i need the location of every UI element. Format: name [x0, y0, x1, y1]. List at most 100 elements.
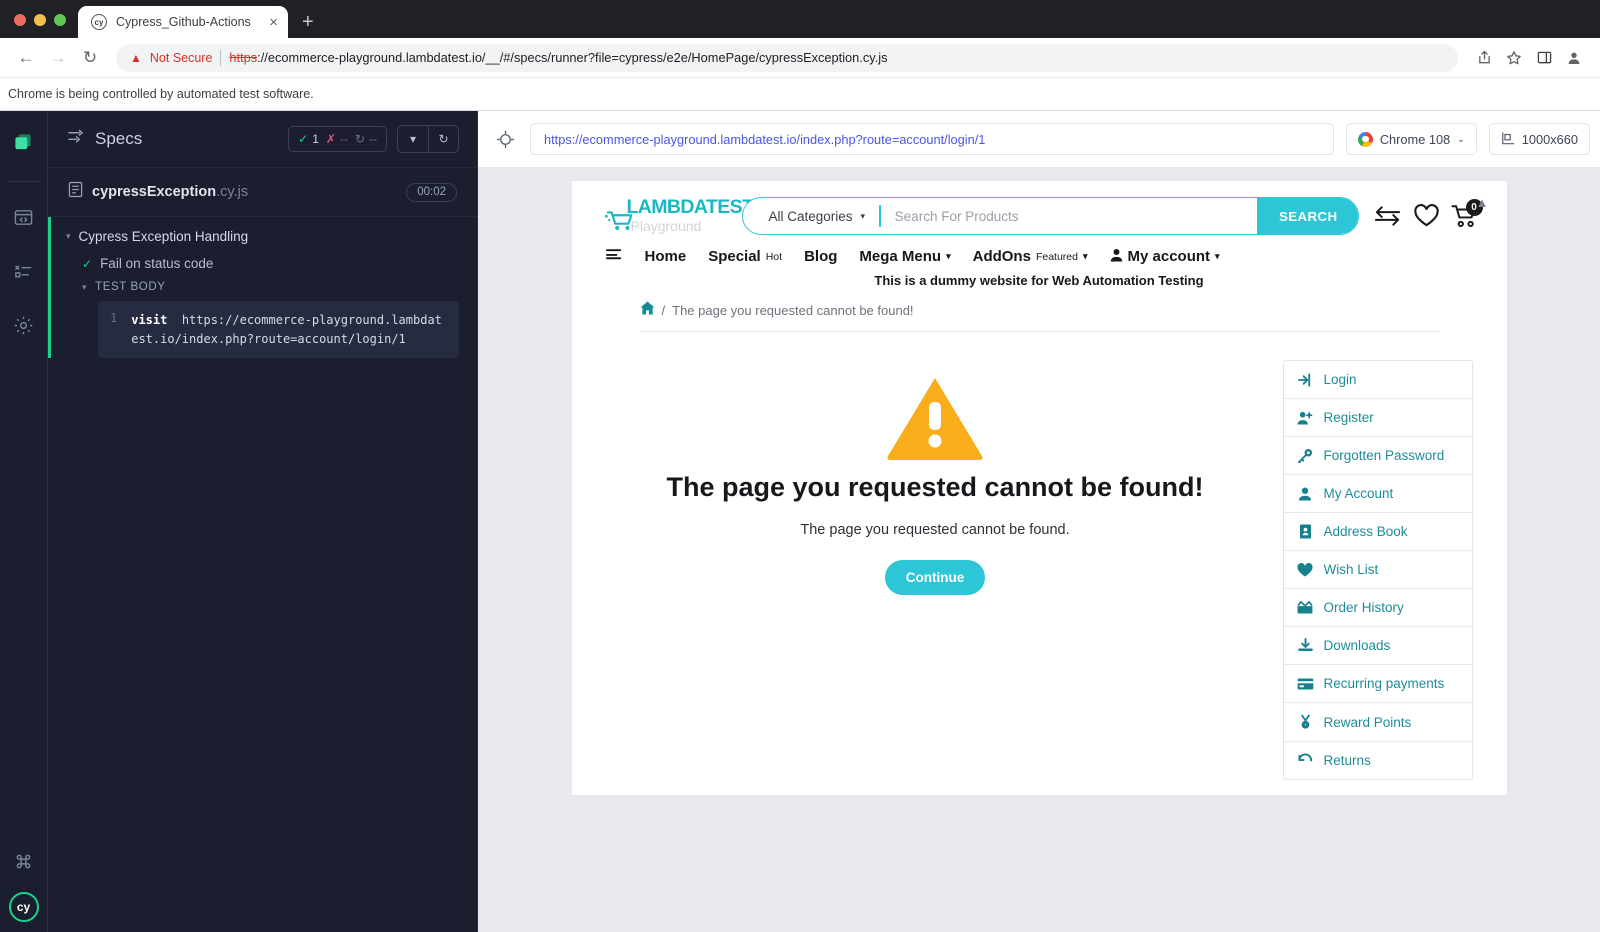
address-book-icon	[1297, 524, 1314, 539]
aut-url-field[interactable]: https://ecommerce-playground.lambdatest.…	[530, 123, 1334, 155]
test-body-row[interactable]: ▾ TEST BODY	[48, 279, 477, 299]
viewport-icon	[1501, 131, 1515, 148]
heart-icon	[1297, 562, 1314, 577]
browser-toolbar: ← → ↻ ▲ Not Secure https://ecommerce-pla…	[0, 38, 1600, 78]
side-panel-icon[interactable]	[1530, 44, 1558, 72]
browser-tab-strip: cy Cypress_Github-Actions × +	[0, 0, 1600, 38]
compare-icon[interactable]	[1373, 205, 1402, 227]
account-item-order-history[interactable]: Order History	[1283, 589, 1472, 627]
nav-item-blog[interactable]: Blog	[804, 248, 837, 265]
close-window-button[interactable]	[14, 14, 26, 26]
search-button[interactable]: SEARCH	[1256, 198, 1358, 234]
test-command-block[interactable]: 1 visit https://ecommerce-playground.lam…	[98, 301, 459, 359]
chevron-down-icon: ▾	[1082, 251, 1088, 261]
continue-button[interactable]: Continue	[884, 560, 986, 595]
suite-label: Cypress Exception Handling	[78, 229, 249, 244]
cypress-left-rail: cy	[0, 111, 48, 932]
cart-icon[interactable]: 0	[1450, 198, 1483, 229]
lambdatest-logo[interactable]: LAMBDATEST Playground	[604, 198, 756, 234]
account-item-downloads[interactable]: Downloads	[1283, 627, 1472, 665]
viewport-selector-button[interactable]: 1000x660	[1488, 123, 1590, 155]
account-item-recurring-payments[interactable]: Recurring payments	[1283, 665, 1472, 703]
reload-button[interactable]: ↻	[76, 44, 104, 72]
settings-gear-icon[interactable]	[9, 310, 39, 340]
window-traffic-lights	[0, 14, 66, 38]
cart-logo-icon	[604, 211, 632, 231]
breadcrumb-current: The page you requested cannot be found!	[672, 302, 914, 318]
minimize-window-button[interactable]	[34, 14, 46, 26]
menu-lines-icon[interactable]	[605, 247, 623, 266]
chevron-down-icon[interactable]: ▾	[66, 231, 71, 242]
new-tab-button[interactable]: +	[302, 12, 314, 32]
stat-passed: ✓ 1	[298, 132, 319, 146]
refresh-icon[interactable]: ↻	[428, 126, 458, 152]
breadcrumb: / The page you requested cannot be found…	[639, 291, 1439, 332]
account-item-forgotten-password[interactable]: Forgotten Password	[1283, 437, 1472, 475]
site-search-bar: All Categories ▾ SEARCH	[741, 197, 1359, 235]
warning-triangle-icon	[887, 378, 983, 460]
account-label: Register	[1323, 410, 1374, 425]
bookmark-star-icon[interactable]	[1500, 44, 1528, 72]
account-item-login[interactable]: Login	[1283, 361, 1472, 399]
account-item-reward-points[interactable]: Reward Points	[1283, 703, 1472, 742]
account-item-returns[interactable]: Returns	[1284, 742, 1472, 779]
wishlist-heart-icon[interactable]	[1413, 204, 1440, 228]
stat-failed: ✗ --	[326, 132, 348, 146]
test-body-label: TEST BODY	[95, 281, 166, 293]
nav-item-mega-menu[interactable]: Mega Menu ▾	[859, 248, 950, 265]
account-item-address-book[interactable]: Address Book	[1283, 513, 1472, 551]
home-icon[interactable]	[640, 301, 655, 319]
runs-rail-icon[interactable]	[9, 202, 39, 232]
nav-item-my-account[interactable]: My account ▾	[1110, 248, 1220, 266]
chevron-down-icon[interactable]: ▾	[398, 126, 428, 152]
maximize-window-button[interactable]	[54, 14, 66, 26]
account-label: Recurring payments	[1323, 676, 1445, 691]
check-icon: ✓	[82, 256, 93, 271]
undo-arrow-icon	[1297, 753, 1314, 768]
test-tree: ▾ Cypress Exception Handling ✓ Fail on s…	[48, 217, 477, 359]
nav-item-addons[interactable]: AddOns Featured ▾	[973, 248, 1088, 265]
debug-rail-icon[interactable]	[9, 256, 39, 286]
chevron-down-icon[interactable]: ▾	[82, 282, 87, 293]
cypress-logo[interactable]: cy	[8, 892, 39, 922]
spec-file-row[interactable]: cypressException.cy.js 00:02	[48, 167, 477, 217]
account-item-my-account[interactable]: My Account	[1283, 475, 1472, 513]
profile-icon[interactable]	[1560, 44, 1588, 72]
cypress-app: cy Specs ✓ 1 ✗ -- ↻ -- ▾ ↻ cypressExcept…	[0, 111, 1600, 932]
test-suite-row[interactable]: ▾ Cypress Exception Handling	[48, 217, 477, 254]
close-tab-button[interactable]: ×	[269, 15, 278, 30]
automation-notice-text: Chrome is being controlled by automated …	[8, 87, 314, 101]
command-key-icon[interactable]	[9, 846, 39, 876]
forward-button[interactable]: →	[44, 44, 72, 72]
category-label: All Categories	[768, 208, 853, 224]
user-plus-icon	[1297, 411, 1314, 425]
account-item-wish-list[interactable]: Wish List	[1283, 551, 1472, 589]
account-label: Order History	[1323, 600, 1404, 615]
not-secure-label: Not Secure	[149, 50, 213, 65]
check-icon: ✓	[298, 132, 309, 146]
download-icon	[1297, 638, 1314, 653]
nav-label-home: Home	[644, 248, 687, 265]
account-label: Wish List	[1323, 562, 1379, 577]
test-label: Fail on status code	[100, 256, 214, 271]
url-text: https://ecommerce-playground.lambdatest.…	[229, 50, 887, 65]
page-content: The page you requested cannot be found! …	[572, 332, 1507, 780]
spec-file-name: cypressException.cy.js	[92, 184, 397, 200]
category-dropdown[interactable]: All Categories ▾	[743, 209, 880, 224]
user-icon	[1110, 248, 1123, 266]
nav-item-special[interactable]: Special Hot	[708, 248, 782, 265]
browser-selector-button[interactable]: Chrome 108 ⌄	[1345, 123, 1477, 155]
search-input[interactable]	[880, 208, 1257, 224]
site-nav: Home Special Hot Blog Mega Menu ▾ AddOns Fe…	[572, 243, 1507, 266]
test-case-row[interactable]: ✓ Fail on status code	[48, 254, 477, 279]
back-button[interactable]: ←	[12, 44, 40, 72]
chevron-up-icon[interactable]: ▲	[1476, 195, 1489, 210]
account-item-register[interactable]: Register	[1283, 399, 1472, 437]
pending-icon: ↻	[354, 132, 365, 146]
nav-item-home[interactable]: Home	[645, 248, 687, 265]
browser-tab[interactable]: cy Cypress_Github-Actions ×	[78, 6, 288, 38]
address-bar[interactable]: ▲ Not Secure https://ecommerce-playgroun…	[116, 43, 1458, 72]
selector-playground-icon[interactable]	[492, 126, 518, 152]
share-icon[interactable]	[1470, 44, 1498, 72]
specs-rail-icon[interactable]	[9, 127, 39, 157]
